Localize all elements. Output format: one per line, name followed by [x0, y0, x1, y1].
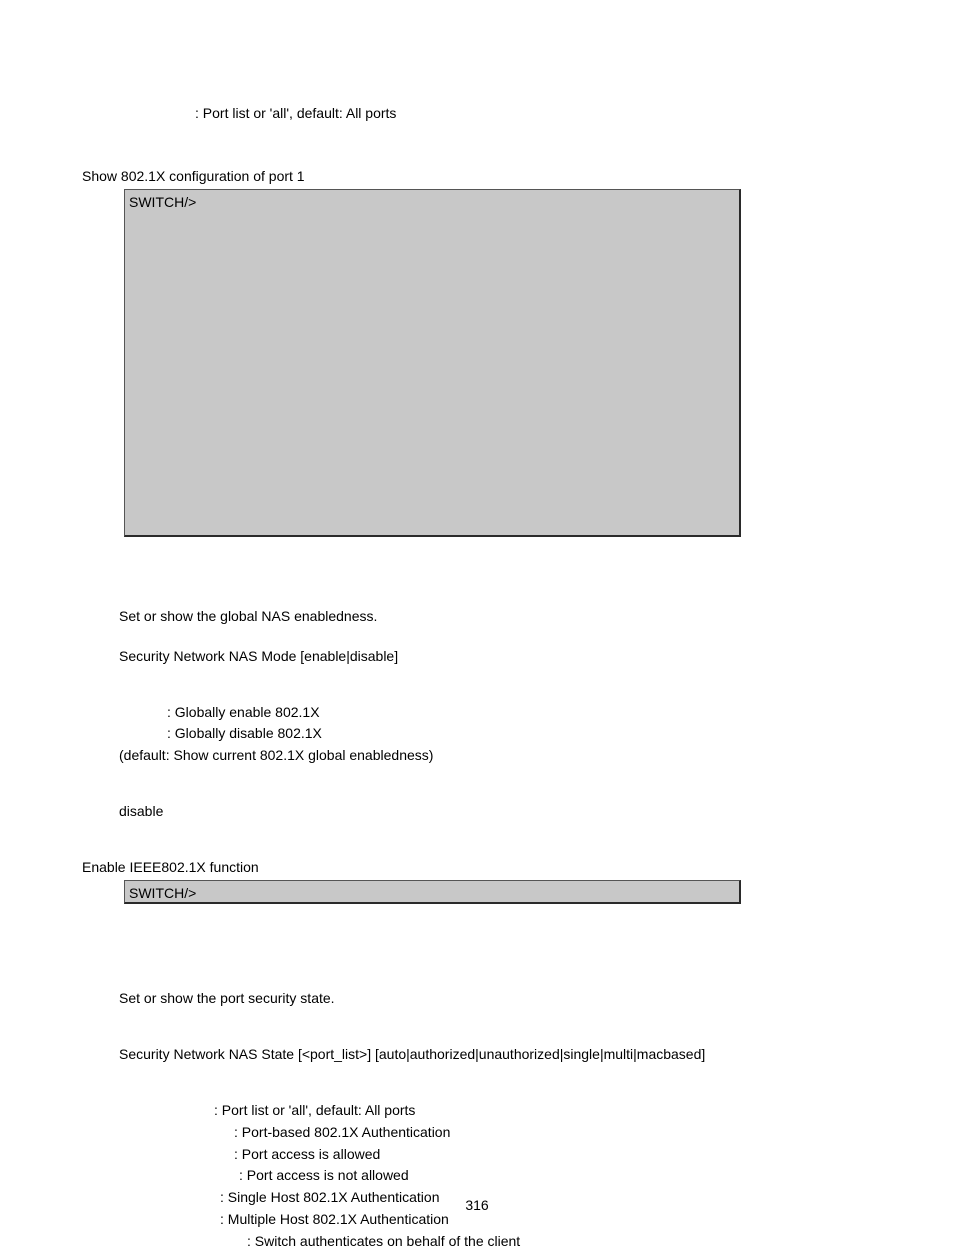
nas-mode-default-value: disable — [119, 802, 864, 821]
nas-state-param-authorized: : Port access is allowed — [234, 1145, 864, 1164]
nas-mode-syntax: Security Network NAS Mode [enable|disabl… — [119, 647, 864, 666]
terminal1-prompt: SWITCH/> — [129, 193, 735, 212]
terminal-block-1: SWITCH/> — [124, 189, 741, 537]
nas-mode-param-enable: : Globally enable 802.1X — [167, 703, 864, 722]
example-heading-2: Enable IEEE802.1X function — [82, 858, 864, 877]
page-number: 316 — [0, 1196, 954, 1215]
nas-state-param-port-list: : Port list or 'all', default: All ports — [214, 1101, 864, 1120]
nas-state-param-unauthorized: : Port access is not allowed — [239, 1166, 864, 1185]
page: : Port list or 'all', default: All ports… — [0, 0, 954, 1235]
nas-mode-desc: Set or show the global NAS enabledness. — [119, 607, 864, 626]
param-port-list-top: : Port list or 'all', default: All ports — [195, 104, 864, 123]
nas-mode-param-disable: : Globally disable 802.1X — [167, 724, 864, 743]
nas-state-param-auto: : Port-based 802.1X Authentication — [234, 1123, 864, 1142]
nas-state-desc: Set or show the port security state. — [119, 989, 864, 1008]
terminal-block-2: SWITCH/> — [124, 880, 741, 904]
nas-mode-param-default: (default: Show current 802.1X global ena… — [119, 746, 864, 765]
example-heading-1: Show 802.1X configuration of port 1 — [82, 167, 864, 186]
nas-state-syntax: Security Network NAS State [<port_list>]… — [119, 1045, 864, 1064]
terminal2-prompt: SWITCH/> — [129, 884, 735, 903]
